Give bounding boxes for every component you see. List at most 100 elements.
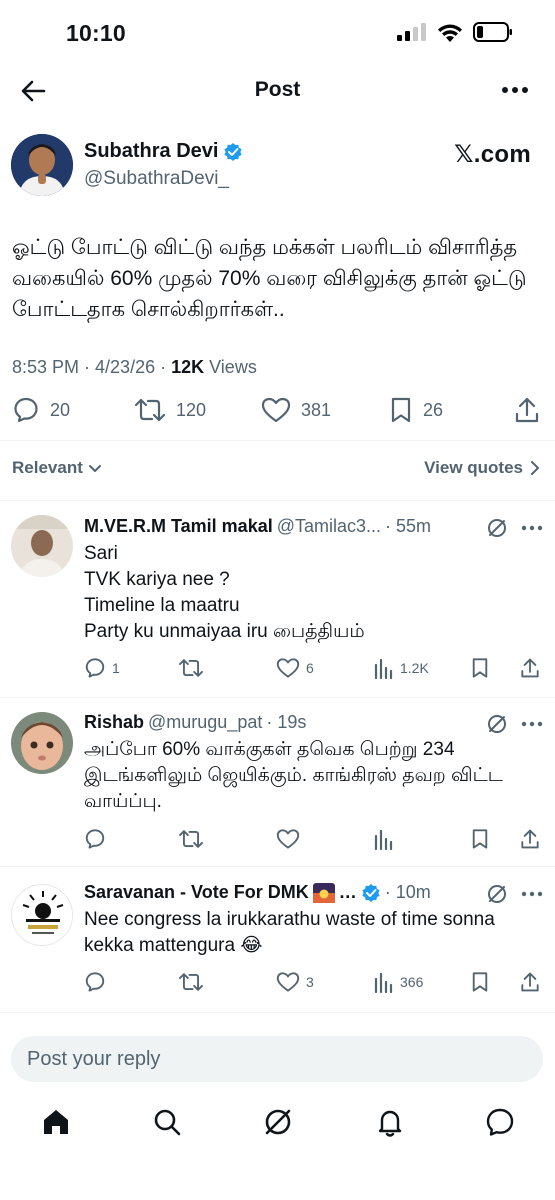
reply-line: வாய்ப்பு. — [84, 791, 162, 812]
reply-author-name[interactable]: M.VE.R.M Tamil makal — [84, 516, 273, 537]
view-quotes-link[interactable]: View quotes — [424, 458, 541, 478]
reply-repost-button[interactable] — [178, 828, 210, 850]
reply-line: TVK kariya nee ? — [84, 569, 230, 590]
reply-icon — [85, 829, 105, 849]
divider — [0, 1012, 555, 1013]
reply-count: 1 — [112, 660, 120, 676]
reply-line: அப்போ 60% வாக்குகள் தவெக பெற்று 234 — [84, 739, 455, 760]
reply-header: Rishab @murugu_pat · 19s — [84, 712, 306, 733]
post-text: ஓட்டு போட்டு விட்டு வந்த மக்கள் பலரிடம் … — [12, 236, 527, 321]
views-count: 12K — [171, 357, 205, 377]
author-name-row[interactable]: Subathra Devi — [84, 140, 243, 163]
reply-bookmark-button[interactable] — [470, 657, 490, 679]
source-brand: 𝕏.com — [454, 141, 531, 168]
author-handle[interactable]: @SubathraDevi_ — [84, 168, 229, 190]
analytics-icon — [374, 658, 393, 679]
like-count: 3 — [306, 974, 314, 990]
grok-icon[interactable] — [486, 517, 508, 539]
reply-compose-input[interactable]: Post your reply — [11, 1036, 543, 1082]
battery-icon — [473, 22, 512, 42]
reply-icon — [14, 397, 38, 423]
reply-reply-button[interactable] — [84, 828, 112, 850]
reply-reply-button[interactable] — [84, 971, 112, 993]
wifi-icon — [438, 24, 462, 42]
sort-label: Relevant — [12, 458, 83, 477]
reply-more-icon[interactable] — [520, 519, 544, 537]
divider — [0, 697, 555, 698]
analytics-icon — [374, 972, 393, 993]
reply-time: · 10m — [384, 882, 431, 902]
reply-views-button[interactable]: 1.2K — [374, 657, 429, 679]
reply-views-button[interactable] — [374, 828, 400, 850]
reply-reply-button[interactable]: 1 — [84, 657, 120, 679]
reply-author-name[interactable]: Rishab — [84, 712, 144, 733]
reply-text: அப்போ 60% வாக்குகள் தவெக பெற்று 234 இடங்… — [84, 737, 544, 815]
reply-line: Timeline la maatru — [84, 595, 240, 616]
reply-icon — [85, 658, 105, 678]
grok-icon[interactable] — [486, 883, 508, 905]
repost-button[interactable]: 120 — [134, 396, 206, 424]
reply-more-icon[interactable] — [520, 885, 544, 903]
heart-icon — [261, 397, 291, 423]
reply-like-button[interactable]: 3 — [276, 971, 314, 993]
reply-author-handle[interactable]: @Tamilac3... — [277, 516, 381, 537]
sunset-emoji-icon — [312, 882, 335, 903]
analytics-icon — [374, 829, 393, 850]
reply-views-button[interactable]: 366 — [374, 971, 423, 993]
share-icon — [521, 658, 539, 678]
reply-like-button[interactable]: 6 — [276, 657, 314, 679]
reply-icon — [85, 972, 105, 992]
divider — [0, 500, 555, 501]
chevron-right-icon — [531, 461, 539, 475]
reply-line: Sari — [84, 543, 118, 564]
reply-header: Saravanan - Vote For DMK … · 10m — [84, 882, 431, 903]
reply-author-handle[interactable]: @murugu_pat — [148, 712, 262, 733]
reply-author-name[interactable]: Saravanan - Vote For DMK — [84, 882, 309, 903]
page-title: Post — [254, 78, 301, 101]
cellular-signal-icon — [397, 23, 426, 41]
reply-button[interactable]: 20 — [12, 396, 70, 424]
author-avatar[interactable] — [11, 134, 73, 196]
search-icon[interactable] — [151, 1106, 183, 1138]
post-meta: 8:53 PM · 4/23/26 · 12K Views — [12, 357, 257, 378]
repost-icon — [179, 973, 203, 991]
reply-line: Nee congress la irukkarathu waste of tim… — [84, 909, 495, 930]
author-name[interactable]: Subathra Devi — [84, 140, 218, 163]
reply-action-bar — [0, 828, 555, 852]
more-options-icon[interactable] — [501, 80, 529, 100]
repost-icon — [179, 659, 203, 677]
bookmark-button[interactable]: 26 — [389, 396, 443, 424]
reply-line: kekka mattengura 😂 — [84, 935, 263, 956]
bookmark-icon — [472, 658, 488, 678]
share-button[interactable] — [514, 396, 540, 424]
reply-text: Nee congress la irukkarathu waste of tim… — [84, 907, 544, 959]
repost-count: 120 — [176, 399, 207, 420]
heart-icon — [276, 658, 300, 678]
post-timestamp: 8:53 PM · 4/23/26 · — [12, 357, 172, 377]
share-icon — [515, 397, 539, 423]
reply-share-button[interactable] — [520, 971, 540, 993]
reply-bookmark-button[interactable] — [470, 828, 490, 850]
reply-repost-button[interactable] — [178, 657, 210, 679]
views-label: Views — [204, 357, 257, 377]
like-count: 381 — [301, 399, 332, 420]
reply-avatar[interactable] — [11, 884, 73, 946]
reply-like-button[interactable] — [276, 828, 306, 850]
divider — [0, 440, 555, 441]
reply-bookmark-button[interactable] — [470, 971, 490, 993]
view-quotes-label: View quotes — [424, 458, 523, 477]
reply-share-button[interactable] — [520, 828, 540, 850]
reply-avatar[interactable] — [11, 515, 73, 577]
reply-repost-button[interactable] — [178, 971, 210, 993]
home-icon[interactable] — [40, 1106, 72, 1138]
messages-icon[interactable] — [484, 1106, 516, 1138]
reply-avatar[interactable] — [11, 712, 73, 774]
reply-share-button[interactable] — [520, 657, 540, 679]
reply-line: Party ku unmaiyaa iru பைத்தியம் — [84, 621, 365, 642]
sort-relevant-dropdown[interactable]: Relevant — [12, 458, 102, 478]
notifications-icon[interactable] — [374, 1106, 406, 1138]
like-button[interactable]: 381 — [261, 396, 331, 424]
reply-more-icon[interactable] — [520, 715, 544, 733]
grok-icon[interactable] — [486, 713, 508, 735]
grok-tab-icon[interactable] — [262, 1106, 294, 1138]
